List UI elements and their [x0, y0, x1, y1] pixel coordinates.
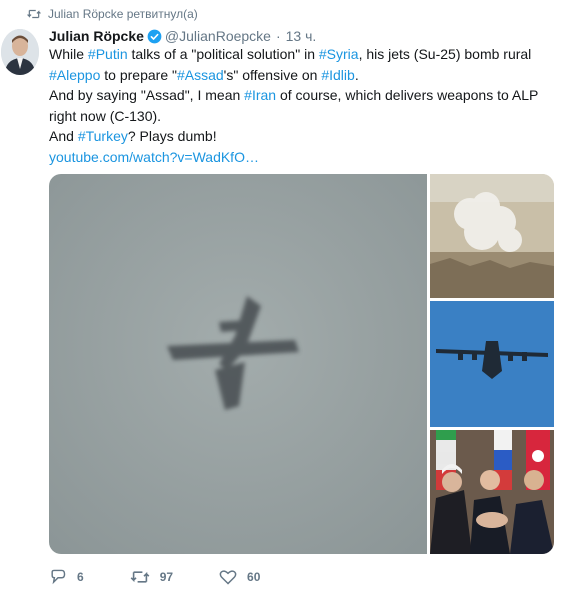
media-grid	[49, 174, 554, 554]
hashtag-syria[interactable]: #Syria	[319, 46, 359, 62]
hashtag-aleppo[interactable]: #Aleppo	[49, 67, 100, 83]
retweet-button[interactable]: 97	[130, 569, 173, 585]
retweet-icon	[130, 571, 150, 583]
text-segment: , his jets (Su-25) bomb rural	[358, 46, 532, 62]
text-segment: And	[49, 128, 78, 144]
tweet-line-1: While #Putin talks of a "political solut…	[49, 44, 554, 65]
heart-icon	[219, 570, 237, 585]
like-button[interactable]: 60	[219, 569, 260, 585]
avatar-image	[1, 29, 39, 75]
tweet-line-5: And #Turkey? Plays dumb!	[49, 126, 554, 147]
hashtag-putin[interactable]: #Putin	[88, 46, 128, 62]
avatar[interactable]	[1, 29, 39, 75]
text-segment: 's" offensive on	[223, 66, 322, 83]
hashtag-assad[interactable]: #Assad	[177, 67, 224, 83]
verified-badge-icon	[147, 29, 162, 43]
c130-transport-plane-photo[interactable]	[430, 301, 554, 427]
text-segment: While	[49, 46, 88, 62]
tweet-line-2: #Aleppo to prepare "#Assad's" offensive …	[49, 65, 554, 86]
tweet-line-3: And by saying "Assad", I mean #Iran of c…	[49, 85, 554, 106]
retweet-count: 97	[159, 570, 174, 584]
smoke-explosion-photo[interactable]	[430, 174, 554, 298]
tweet-actions: 6 97 60	[49, 566, 306, 588]
retweet-context-text[interactable]: Julian Röpcke ретвитнул(а)	[48, 7, 198, 21]
tweet-line-4: right now (C-130).	[49, 107, 162, 124]
leaders-handshake-photo[interactable]	[430, 430, 554, 554]
text-segment: And by saying "Assad", I mean	[49, 87, 245, 103]
youtube-link[interactable]: youtube.com/watch?v=WadKfO…	[49, 149, 259, 165]
text-segment: ? Plays dumb!	[127, 128, 217, 144]
author-name[interactable]: Julian Röpcke	[49, 28, 144, 44]
reply-count: 6	[77, 570, 84, 584]
text-segment: talks of a "political solution" in	[127, 46, 319, 62]
text-segment: of course, which delivers weapons to ALP	[276, 87, 539, 103]
text-segment: .	[354, 66, 359, 83]
reply-icon	[51, 569, 66, 585]
hashtag-idlib[interactable]: #Idlib	[321, 67, 354, 83]
jet-aircraft-in-sky-photo[interactable]	[49, 174, 427, 554]
tweet-line-6: youtube.com/watch?v=WadKfO…	[49, 147, 554, 168]
retweet-icon	[27, 9, 41, 19]
tweet-text: While #Putin talks of a "political solut…	[49, 44, 554, 167]
reply-button[interactable]: 6	[49, 569, 84, 585]
tweet-header: Julian Röpcke @JulianRoepcke · 13 ч.	[49, 26, 316, 46]
text-segment: to prepare "	[100, 66, 177, 83]
hashtag-iran[interactable]: #Iran	[244, 87, 276, 103]
tweet-timestamp[interactable]: 13 ч.	[286, 28, 317, 44]
hashtag-turkey[interactable]: #Turkey	[78, 128, 128, 144]
like-count: 60	[247, 570, 261, 584]
retweet-context: Julian Röpcke ретвитнул(а)	[27, 5, 198, 23]
author-handle[interactable]: @JulianRoepcke	[165, 28, 271, 44]
separator-dot: ·	[275, 28, 281, 44]
